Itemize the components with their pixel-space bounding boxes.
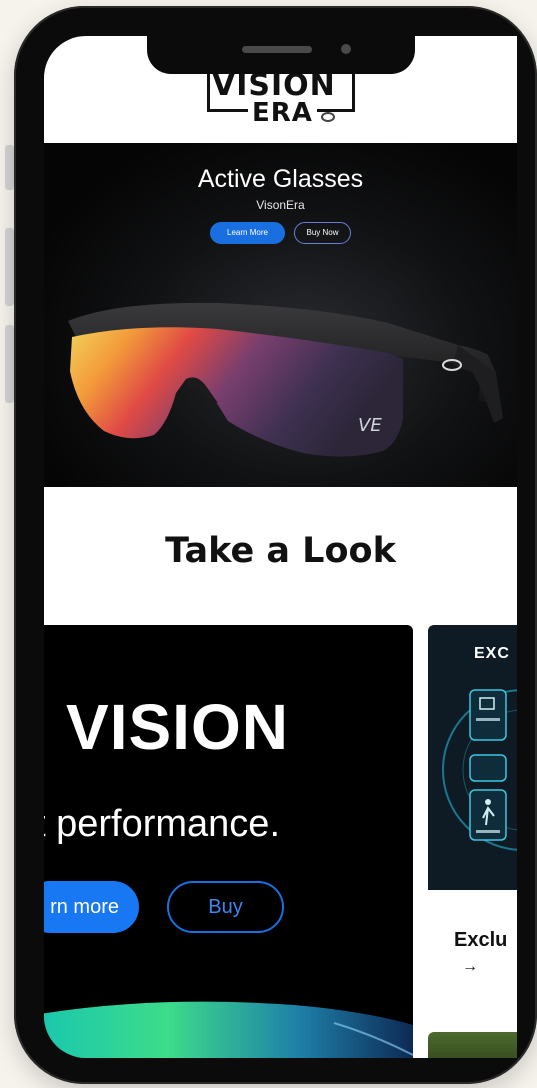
arrow-right-icon[interactable]: → (462, 958, 478, 976)
section-title: Take a Look (165, 531, 396, 571)
logo-word-era: ERA (248, 100, 317, 126)
promo-card-vision[interactable]: VISION t performance. rn more Buy (44, 625, 413, 1058)
speaker-grille (242, 46, 312, 53)
logo-glasses-icon (321, 112, 335, 122)
promo-card-exclusive[interactable]: EXC (428, 625, 517, 890)
promo-headline: VISION (66, 691, 289, 763)
hero-banner: Active Glasses VisonEra Learn More Buy N… (44, 143, 517, 487)
promo-buy-button[interactable]: Buy (167, 881, 284, 933)
hero-learn-more-button[interactable]: Learn More (210, 222, 285, 244)
brand-logo[interactable]: VISION ERA (204, 70, 360, 128)
hero-subtitle: VisonEra (256, 198, 305, 212)
logo-word-vision: VISION (212, 68, 336, 103)
promo-tagline: t performance. (44, 803, 280, 845)
mute-switch (5, 145, 14, 190)
phone-screen: VISION ERA Active Glasses VisonEra Learn… (44, 36, 517, 1058)
promo-learn-more-button[interactable]: rn more (44, 881, 139, 933)
phone-notch (147, 18, 415, 74)
volume-up-button (5, 228, 14, 306)
exclusive-card-title: EXC (474, 645, 510, 662)
exclusive-features-graphic (442, 689, 517, 851)
hero-title: Active Glasses (197, 165, 364, 193)
sport-glasses-image: VE (68, 302, 503, 457)
hero-buy-now-button[interactable]: Buy Now (294, 222, 351, 244)
exclusive-card-caption: Exclu (454, 929, 508, 951)
volume-down-button (5, 325, 14, 403)
promo-lens-image (44, 1001, 413, 1058)
front-camera-icon (341, 44, 351, 54)
promo-card-partial[interactable] (428, 1032, 517, 1058)
lens-logo-mark: VE (358, 415, 382, 436)
